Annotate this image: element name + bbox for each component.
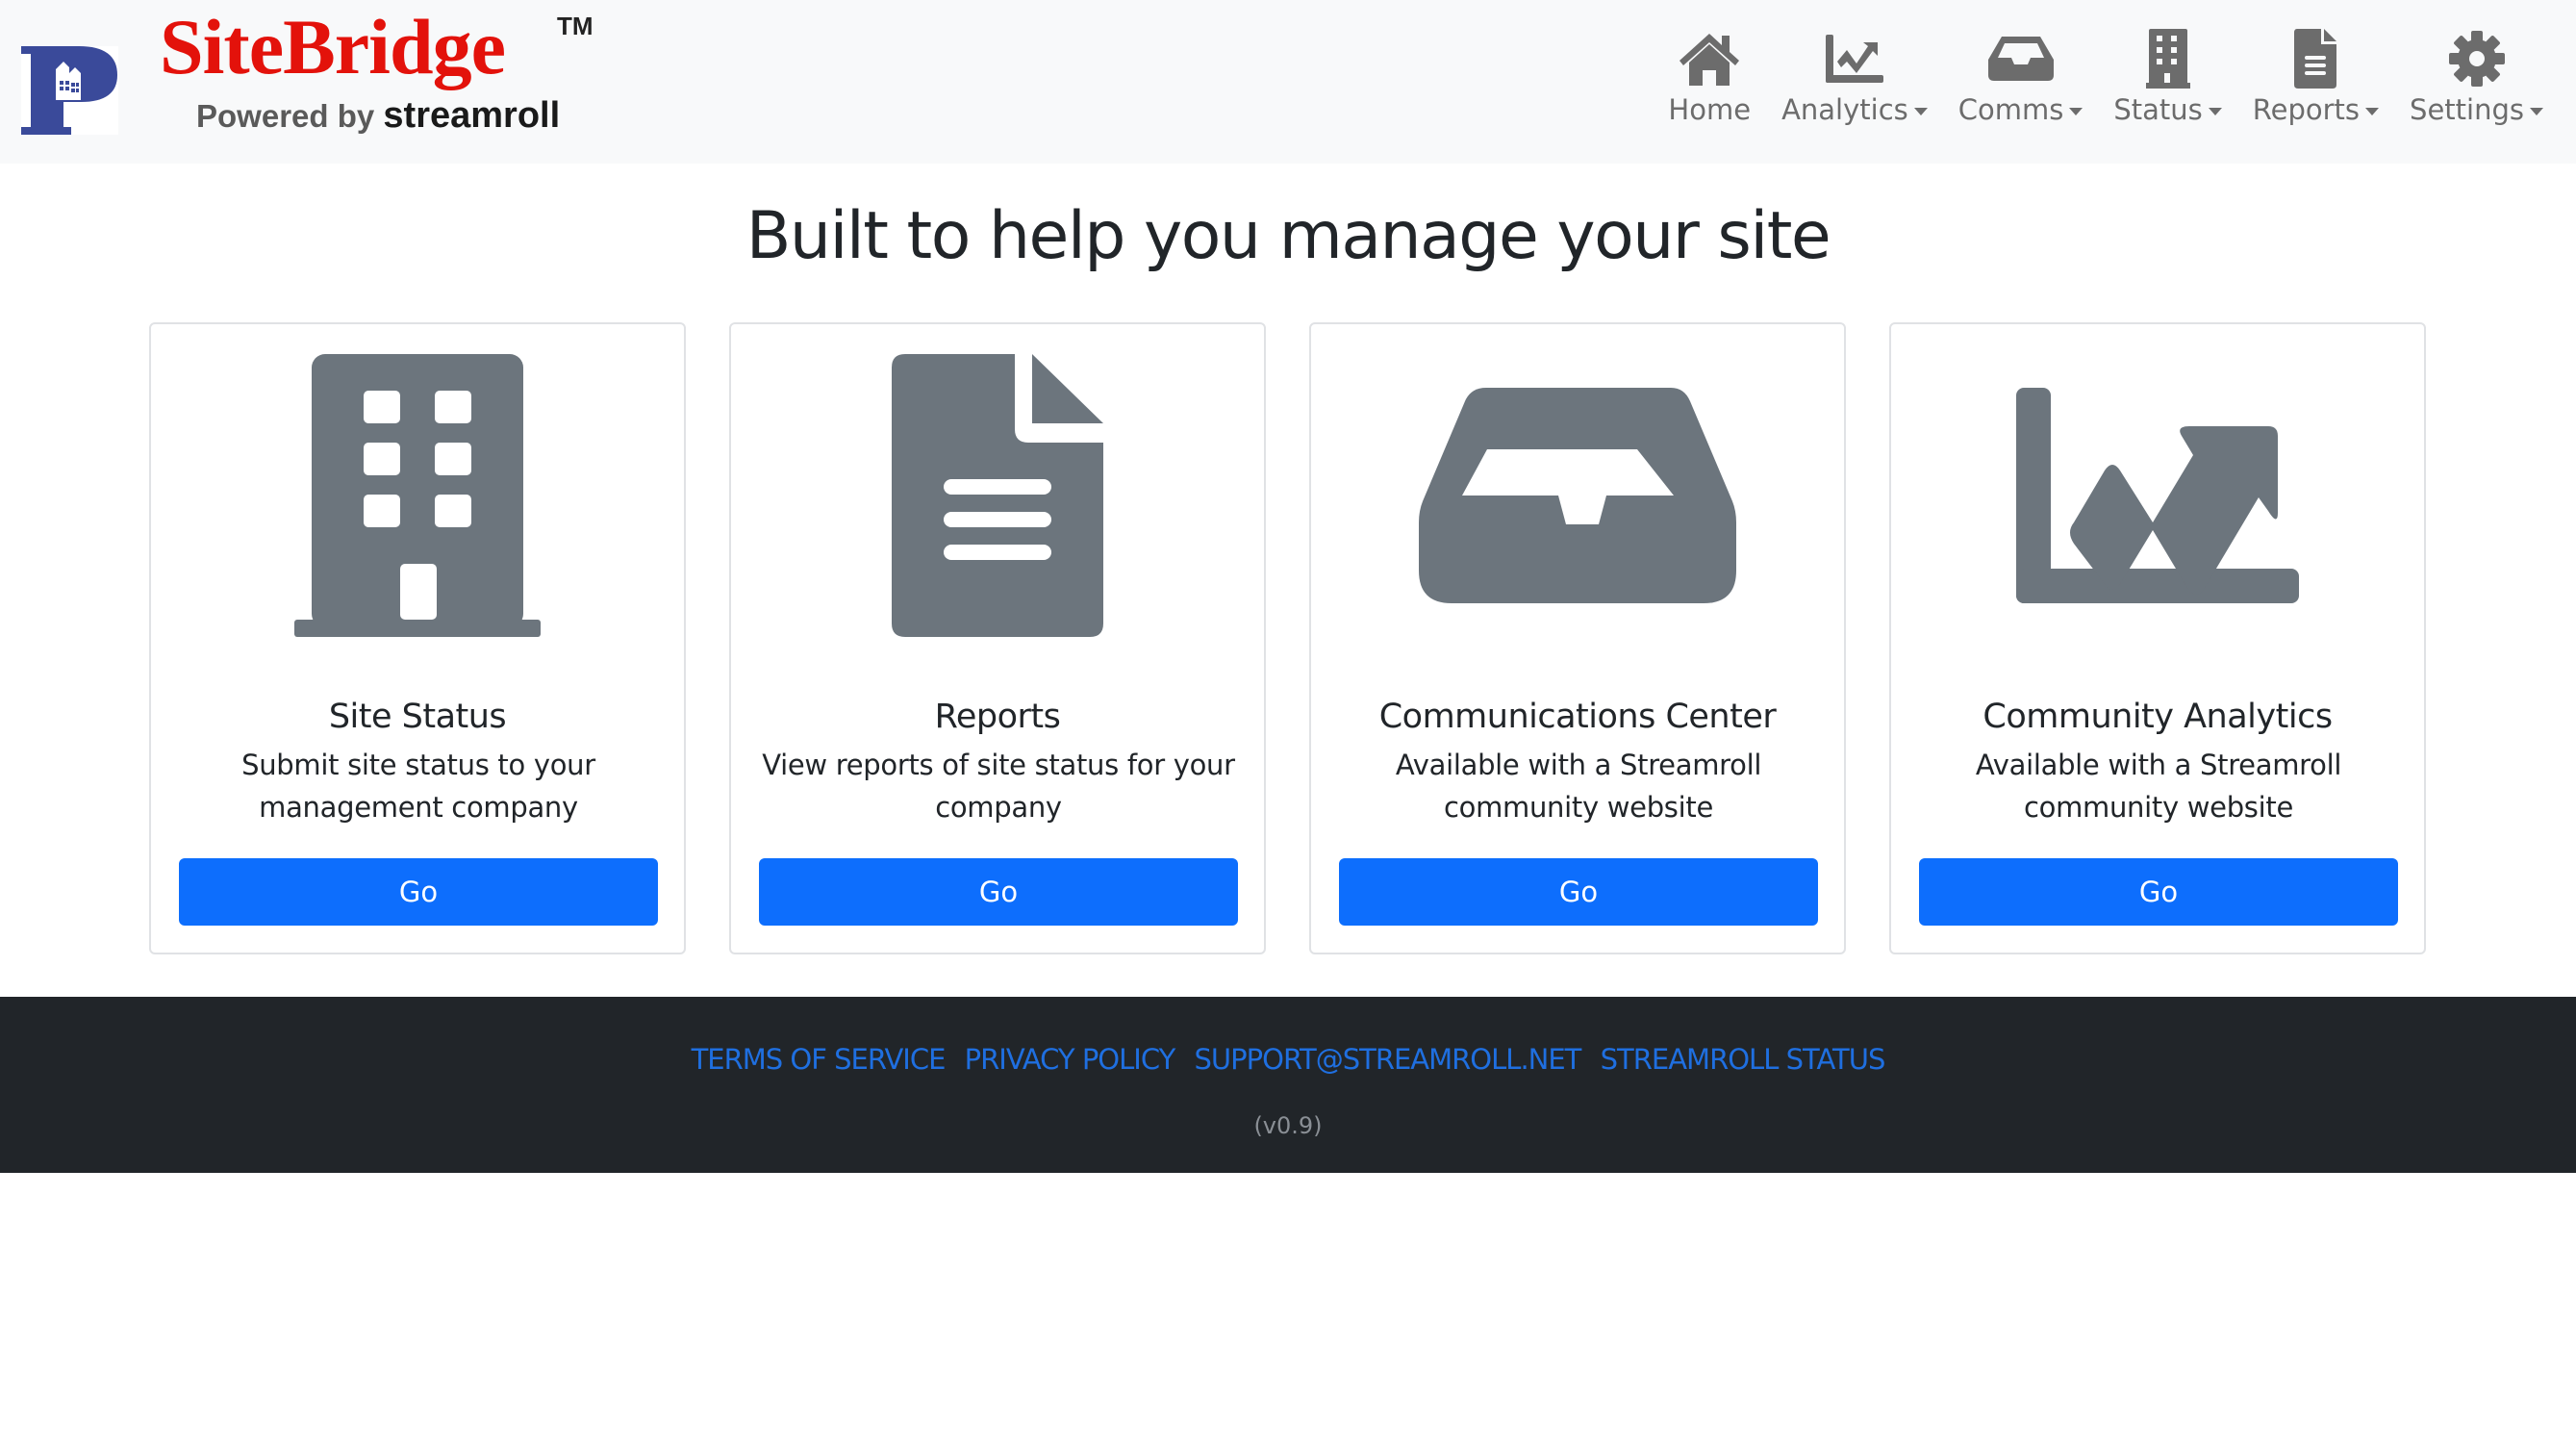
version-label: (v0.9) [1253, 1112, 1323, 1139]
feature-cards: Site Status Submit site status to your m… [149, 322, 2426, 954]
streamroll-status-link[interactable]: STREAMROLL STATUS [1601, 1043, 1886, 1076]
card-reports: Reports View reports of site status for … [729, 322, 1266, 954]
nav-home-label: Home [1668, 93, 1752, 126]
card-communications-center: Communications Center Available with a S… [1309, 322, 1846, 954]
brand-name: SiteBridge [160, 3, 506, 90]
footer: TERMS OF SERVICE PRIVACY POLICY SUPPORT@… [0, 997, 2576, 1173]
nav-reports-label: Reports [2252, 93, 2361, 126]
card-community-analytics: Community Analytics Available with a Str… [1889, 322, 2426, 954]
card-description: Submit site status to your management co… [241, 749, 595, 824]
chart-line-icon [1891, 351, 2424, 640]
gear-icon [2448, 29, 2505, 89]
chart-line-icon [1825, 29, 1883, 89]
caret-down-icon [2069, 107, 2084, 115]
card-description: View reports of site status for your com… [762, 749, 1235, 824]
logo-icon[interactable] [21, 46, 118, 135]
card-title: Community Analytics [1983, 698, 2333, 736]
caret-down-icon [1913, 107, 1928, 115]
nav-status[interactable]: Status [2113, 29, 2222, 129]
support-email-link[interactable]: SUPPORT@STREAMROLL.NET [1195, 1043, 1582, 1076]
card-title: Site Status [328, 698, 507, 736]
nav-comms[interactable]: Comms [1958, 29, 2084, 129]
go-button-communications-center[interactable]: Go [1339, 858, 1818, 926]
nav-home[interactable]: Home [1668, 29, 1751, 129]
caret-down-icon [2530, 107, 2543, 115]
trademark: TM [557, 12, 593, 40]
brand-logo[interactable]: SiteBridge TM Powered by streamroll [160, 3, 593, 136]
caret-down-icon [2208, 107, 2222, 115]
card-description: Available with a Streamroll community we… [1975, 749, 2342, 824]
terms-of-service-link[interactable]: TERMS OF SERVICE [692, 1043, 947, 1076]
building-icon [151, 351, 684, 640]
main-nav: Home Analytics Comms Status Reports Sett… [1637, 29, 2543, 129]
page-title: Built to help you manage your site [745, 198, 1831, 274]
go-button-reports[interactable]: Go [759, 858, 1238, 926]
nav-analytics[interactable]: Analytics [1781, 29, 1928, 129]
go-button-community-analytics[interactable]: Go [1919, 858, 2398, 926]
privacy-policy-link[interactable]: PRIVACY POLICY [965, 1043, 1176, 1076]
file-icon [2294, 29, 2337, 89]
file-icon [731, 351, 1264, 640]
home-icon [1678, 29, 1741, 89]
building-icon [2145, 29, 2190, 89]
card-description: Available with a Streamroll community we… [1395, 749, 1762, 824]
go-button-site-status[interactable]: Go [179, 858, 658, 926]
inbox-icon [1987, 29, 2054, 89]
powered-by-label: Powered by [196, 98, 375, 134]
nav-settings-label: Settings [2410, 93, 2524, 126]
footer-links: TERMS OF SERVICE PRIVACY POLICY SUPPORT@… [0, 1035, 2576, 1083]
card-site-status: Site Status Submit site status to your m… [149, 322, 686, 954]
nav-analytics-label: Analytics [1781, 93, 1908, 126]
nav-status-label: Status [2113, 93, 2203, 126]
nav-comms-label: Comms [1957, 93, 2064, 126]
card-title: Communications Center [1378, 698, 1777, 736]
inbox-icon [1311, 351, 1844, 640]
nav-reports[interactable]: Reports [2252, 29, 2380, 129]
caret-down-icon [2365, 107, 2380, 115]
powered-by: Powered by streamroll [196, 96, 560, 136]
powered-by-brand: streamroll [383, 95, 561, 136]
card-title: Reports [934, 698, 1061, 736]
navbar: SiteBridge TM Powered by streamroll Home… [0, 0, 2576, 164]
nav-settings[interactable]: Settings [2410, 29, 2543, 129]
